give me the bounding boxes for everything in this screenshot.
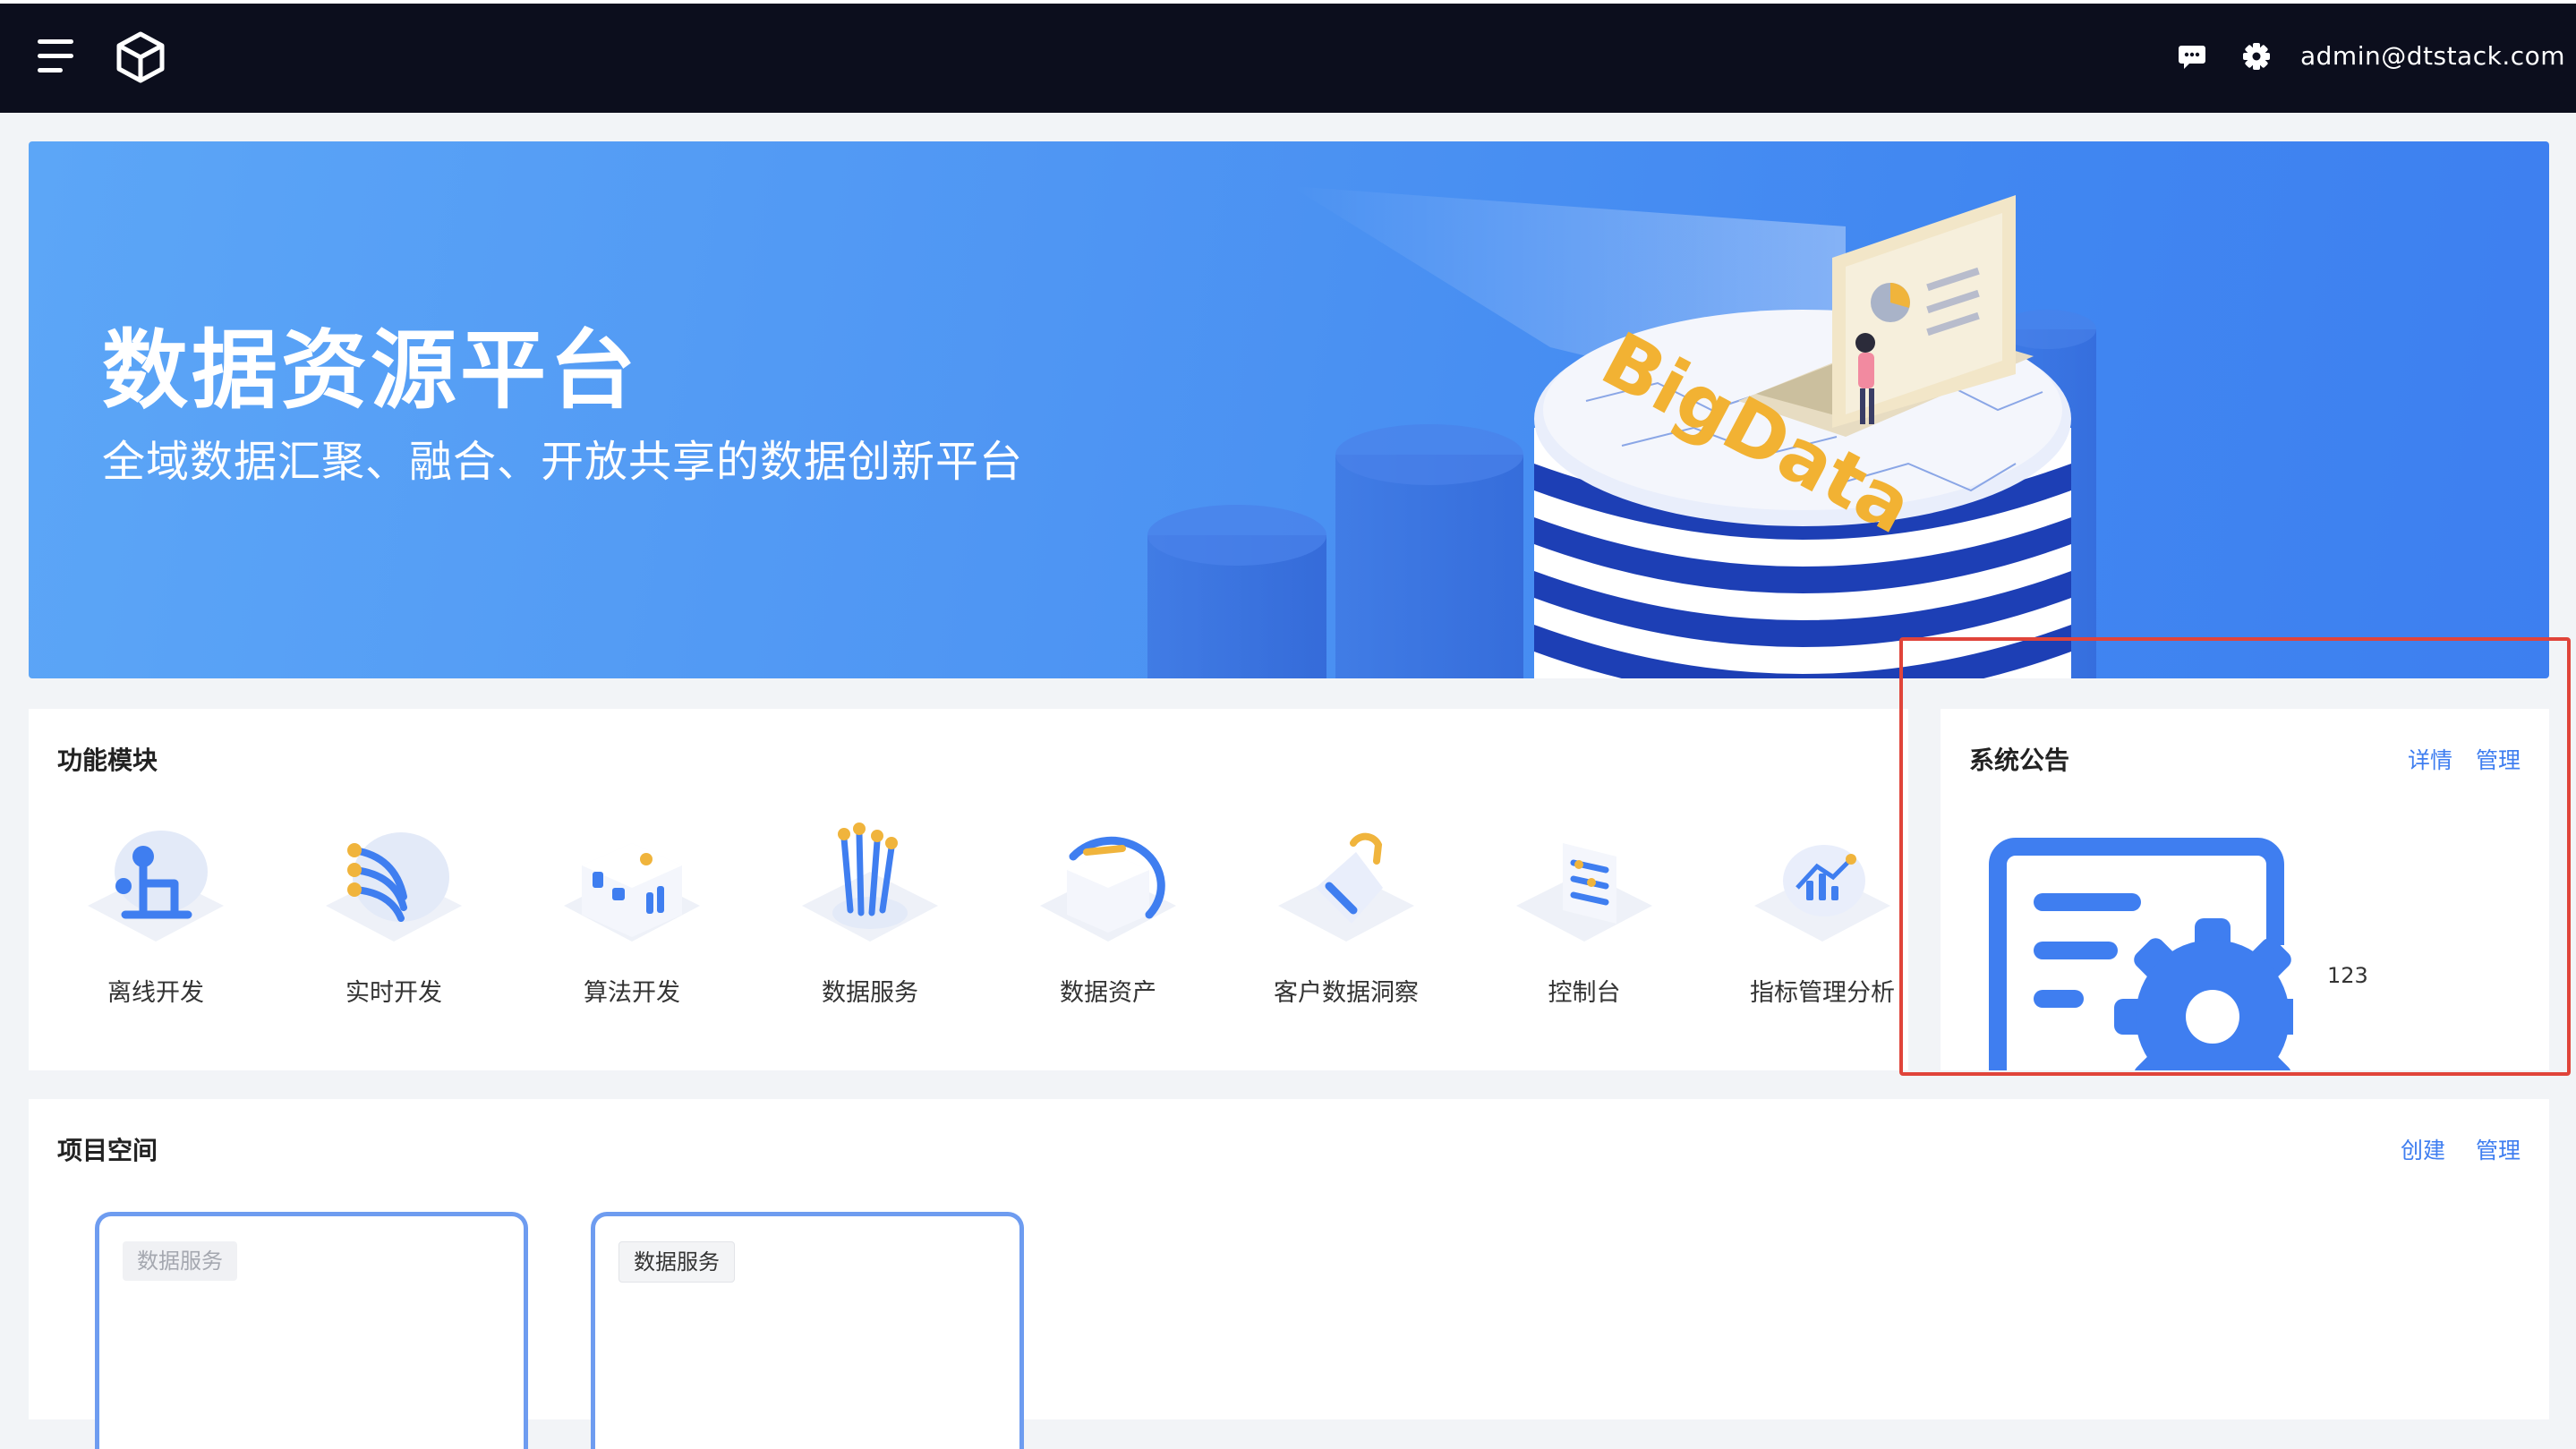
module-label: 控制台 <box>1548 979 1621 1007</box>
function-modules-panel: 功能模块 离线开发 实时开发 算法开发 数据服务 数据资产 客户数据洞察 控制台… <box>29 709 1908 1070</box>
algorithm-dev-icon <box>564 843 700 942</box>
module-metric[interactable]: 指标管理分析 <box>1724 807 1921 1040</box>
module-label: 数据资产 <box>1060 979 1156 1007</box>
module-label: 实时开发 <box>345 979 442 1007</box>
module-algorithm-dev[interactable]: 算法开发 <box>533 807 730 1040</box>
message-icon[interactable] <box>2177 41 2207 72</box>
banner-title: 数据资源平台 <box>102 320 639 421</box>
customer-insight-icon <box>1278 832 1414 942</box>
cube-logo-icon[interactable] <box>115 30 166 84</box>
module-realtime-dev[interactable]: 实时开发 <box>295 807 492 1040</box>
top-navigation-bar: admin@dtstack.com <box>0 0 2576 113</box>
realtime-dev-icon <box>326 832 462 942</box>
module-label: 数据服务 <box>822 979 918 1007</box>
module-data-asset[interactable]: 数据资产 <box>1010 807 1207 1040</box>
module-label: 指标管理分析 <box>1750 979 1895 1007</box>
offline-dev-icon <box>88 831 224 942</box>
modules-title: 功能模块 <box>57 746 158 775</box>
data-service-icon <box>802 823 938 942</box>
data-asset-icon <box>1040 836 1176 942</box>
module-customer-insight[interactable]: 客户数据洞察 <box>1248 807 1445 1040</box>
project-create-link[interactable]: 创建 <box>2401 1133 2445 1165</box>
module-label: 算法开发 <box>584 979 680 1007</box>
module-offline-dev[interactable]: 离线开发 <box>57 807 254 1040</box>
module-label: 客户数据洞察 <box>1274 979 1419 1007</box>
gear-icon[interactable] <box>2241 41 2272 72</box>
hero-banner: 数据资源平台 全域数据汇聚、融合、开放共享的数据创新平台 BigData <box>29 141 2549 678</box>
module-label: 离线开发 <box>107 979 204 1007</box>
projects-title: 项目空间 <box>57 1136 158 1165</box>
module-data-service[interactable]: 数据服务 <box>772 807 968 1040</box>
project-tag: 数据服务 <box>618 1241 735 1283</box>
banner-subtitle: 全域数据汇聚、融合、开放共享的数据创新平台 <box>102 437 1024 487</box>
top-edge <box>0 0 2576 4</box>
user-account[interactable]: admin@dtstack.com <box>2300 41 2565 72</box>
project-tag: 数据服务 <box>123 1241 237 1281</box>
console-icon <box>1516 843 1652 942</box>
menu-icon[interactable] <box>38 39 77 73</box>
highlight-box <box>1899 637 2571 1076</box>
module-console[interactable]: 控制台 <box>1486 807 1683 1040</box>
project-card[interactable]: 数据服务 <box>95 1212 528 1449</box>
bigdata-illustration: BigData <box>1147 186 2096 678</box>
project-manage-link[interactable]: 管理 <box>2476 1133 2521 1165</box>
metric-icon <box>1754 845 1890 942</box>
project-card[interactable]: 数据服务 <box>591 1212 1024 1449</box>
